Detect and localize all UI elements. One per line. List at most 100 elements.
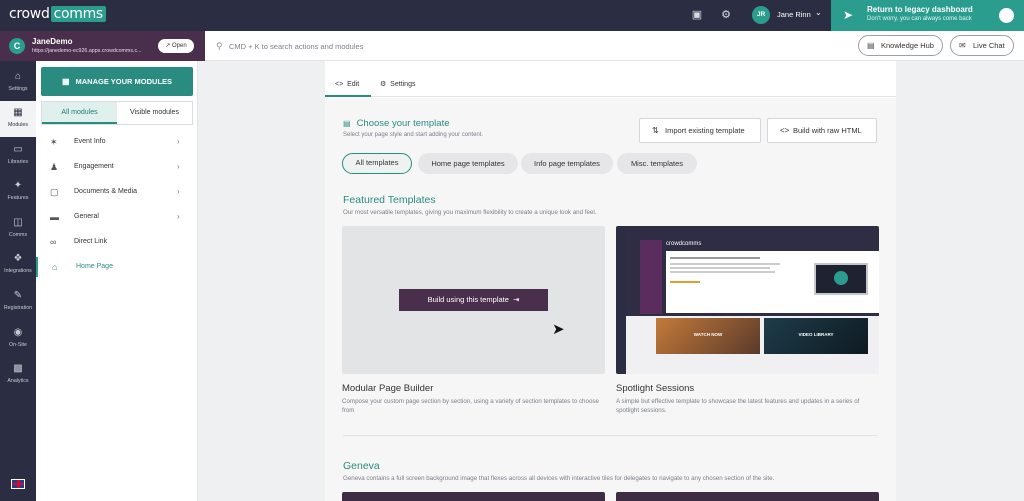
rail-item-libraries[interactable]: ▭ Libraries bbox=[0, 138, 36, 174]
featured-templates-title: Featured Templates bbox=[343, 194, 436, 206]
rail-item-settings[interactable]: ⌂ Settings bbox=[0, 65, 36, 101]
user-name[interactable]: Jane Rinn bbox=[777, 10, 811, 19]
gear-icon: ⚙ bbox=[380, 81, 387, 88]
live-chat-button[interactable]: ✉ Live Chat bbox=[950, 35, 1014, 56]
chat-icon: ✉ bbox=[959, 41, 966, 50]
template-chooser: ▤ Choose your template Select your page s… bbox=[325, 98, 896, 501]
import-icon: ⇅ bbox=[652, 126, 659, 135]
briefcase-icon[interactable]: ▣ bbox=[690, 8, 704, 22]
module-label: Event Info bbox=[74, 138, 106, 145]
module-label: Home Page bbox=[76, 263, 113, 270]
preview-sidebar bbox=[616, 226, 626, 374]
modules-panel: ▦ MANAGE YOUR MODULES All modules Visible… bbox=[36, 61, 198, 501]
tab-all-modules[interactable]: All modules bbox=[42, 102, 117, 124]
preview-text-line bbox=[670, 263, 780, 265]
logo-accent: comms bbox=[50, 6, 106, 22]
chevron-right-icon: › bbox=[177, 162, 180, 171]
rail-label: Modules bbox=[7, 122, 29, 128]
preview-tile-library: VIDEO LIBRARY bbox=[764, 318, 868, 354]
template-thumbnail-spotlight[interactable]: crowdcomms WATCH NOW VIDEO LIBRARY bbox=[616, 226, 879, 374]
code-icon: <> bbox=[335, 81, 344, 88]
legacy-title: Return to legacy dashboard bbox=[867, 5, 973, 14]
geneva-subtitle: Geneva contains a full screen background… bbox=[343, 475, 775, 482]
open-label: Open bbox=[172, 43, 187, 49]
preview-tile-label: VIDEO LIBRARY bbox=[798, 332, 834, 337]
tab-edit[interactable]: <> Edit bbox=[325, 75, 371, 97]
preview-text-line bbox=[670, 257, 760, 259]
legacy-dashboard-banner[interactable]: ➤ Return to legacy dashboard Don't worry… bbox=[831, 0, 1024, 31]
party-icon: ✶ bbox=[50, 137, 58, 147]
site-url: https://janedemo-ec926.apps.crowdcomms.c… bbox=[32, 48, 142, 54]
geneva-thumbnail[interactable] bbox=[342, 492, 605, 501]
site-switcher[interactable]: C JaneDemo https://janedemo-ec926.apps.c… bbox=[0, 31, 205, 61]
rail-item-onsite[interactable]: ◉ On-Site bbox=[0, 321, 36, 357]
knowledge-hub-button[interactable]: ▤ Knowledge Hub bbox=[858, 35, 943, 56]
rail-item-modules[interactable]: ▦ Modules bbox=[0, 101, 36, 137]
site-logo-icon: C bbox=[9, 38, 25, 54]
manage-modules-label: MANAGE YOUR MODULES bbox=[75, 77, 173, 86]
module-item-general[interactable]: ▬ General › bbox=[36, 207, 198, 227]
template-icon: ▤ bbox=[343, 119, 351, 128]
chevron-right-icon: › bbox=[177, 187, 180, 196]
legacy-toggle[interactable] bbox=[999, 8, 1014, 23]
cursor-icon: ➤ bbox=[552, 321, 565, 338]
rail-item-registration[interactable]: ✎ Registration bbox=[0, 284, 36, 320]
crowdcomms-logo[interactable]: crowd comms bbox=[9, 6, 106, 22]
preview-monitor-image bbox=[814, 263, 868, 295]
module-item-direct-link[interactable]: ∞ Direct Link bbox=[36, 232, 198, 252]
onsite-icon: ◉ bbox=[13, 327, 23, 338]
folder-icon: ▭ bbox=[13, 144, 23, 155]
filter-all-templates[interactable]: All templates bbox=[342, 153, 412, 174]
preview-tile-watch: WATCH NOW bbox=[656, 318, 760, 354]
rail-item-comms[interactable]: ◫ Comms bbox=[0, 211, 36, 247]
preview-text-line bbox=[670, 271, 775, 273]
module-label: General bbox=[74, 213, 99, 220]
template-thumbnail-modular[interactable]: Build using this template ⇥ ➤ bbox=[342, 226, 605, 374]
rail-item-analytics[interactable]: ▩ Analytics bbox=[0, 357, 36, 393]
folder-icon: ▬ bbox=[50, 212, 59, 222]
module-label: Engagement bbox=[74, 163, 114, 170]
live-chat-label: Live Chat bbox=[973, 41, 1005, 50]
rail-label: Registration bbox=[3, 305, 33, 311]
rail-item-integrations[interactable]: ❖ Integrations bbox=[0, 247, 36, 283]
open-site-button[interactable]: ↗ Open bbox=[158, 39, 194, 53]
chevron-right-icon: › bbox=[177, 212, 180, 221]
rail-item-features[interactable]: ✦ Features bbox=[0, 174, 36, 210]
module-item-documents-media[interactable]: ▢ Documents & Media › bbox=[36, 182, 198, 202]
rocket-icon: ➤ bbox=[843, 8, 854, 22]
link-icon: ∞ bbox=[50, 237, 57, 247]
tab-settings[interactable]: ⚙ Settings bbox=[380, 75, 440, 97]
tab-visible-modules[interactable]: Visible modules bbox=[117, 102, 192, 124]
geneva-title: Geneva bbox=[343, 460, 380, 472]
module-tabs: All modules Visible modules bbox=[41, 101, 193, 125]
build-template-button[interactable]: Build using this template ⇥ bbox=[399, 289, 548, 311]
raw-html-button[interactable]: <> Build with raw HTML bbox=[767, 118, 877, 143]
filter-info-page-templates[interactable]: Info page templates bbox=[521, 153, 613, 174]
preview-panel bbox=[666, 251, 879, 313]
module-item-event-info[interactable]: ✶ Event Info › bbox=[36, 132, 198, 152]
template-name-spotlight: Spotlight Sessions bbox=[616, 383, 695, 394]
choose-template-title: ▤ Choose your template bbox=[343, 118, 450, 129]
home-icon: ⌂ bbox=[52, 262, 58, 272]
knowledge-hub-label: Knowledge Hub bbox=[881, 41, 934, 50]
code-icon: <> bbox=[780, 126, 790, 135]
preview-vertical-banner bbox=[640, 240, 662, 314]
template-name-modular: Modular Page Builder bbox=[342, 383, 434, 394]
module-item-engagement[interactable]: ♟ Engagement › bbox=[36, 157, 198, 177]
registration-icon: ✎ bbox=[13, 290, 23, 301]
chevron-down-icon[interactable]: ⌄ bbox=[815, 8, 822, 17]
settings-icon[interactable]: ⚙ bbox=[719, 8, 733, 22]
search-input[interactable] bbox=[229, 39, 529, 53]
editor-card: <> Edit ⚙ Settings ▤ Choose your template… bbox=[325, 61, 896, 501]
geneva-thumbnail[interactable] bbox=[616, 492, 879, 501]
filter-misc-templates[interactable]: Misc. templates bbox=[617, 153, 697, 174]
filter-home-page-templates[interactable]: Home page templates bbox=[418, 153, 518, 174]
avatar[interactable]: JR bbox=[752, 6, 770, 24]
documents-icon: ▢ bbox=[50, 187, 59, 197]
module-item-home-page[interactable]: ⌂ Home Page bbox=[36, 257, 198, 277]
home-icon: ⌂ bbox=[14, 71, 22, 82]
grid-icon: ▦ bbox=[61, 77, 70, 86]
manage-modules-button[interactable]: ▦ MANAGE YOUR MODULES bbox=[41, 67, 193, 96]
uk-flag-icon[interactable] bbox=[11, 479, 25, 489]
import-template-button[interactable]: ⇅ Import existing template bbox=[639, 118, 761, 143]
